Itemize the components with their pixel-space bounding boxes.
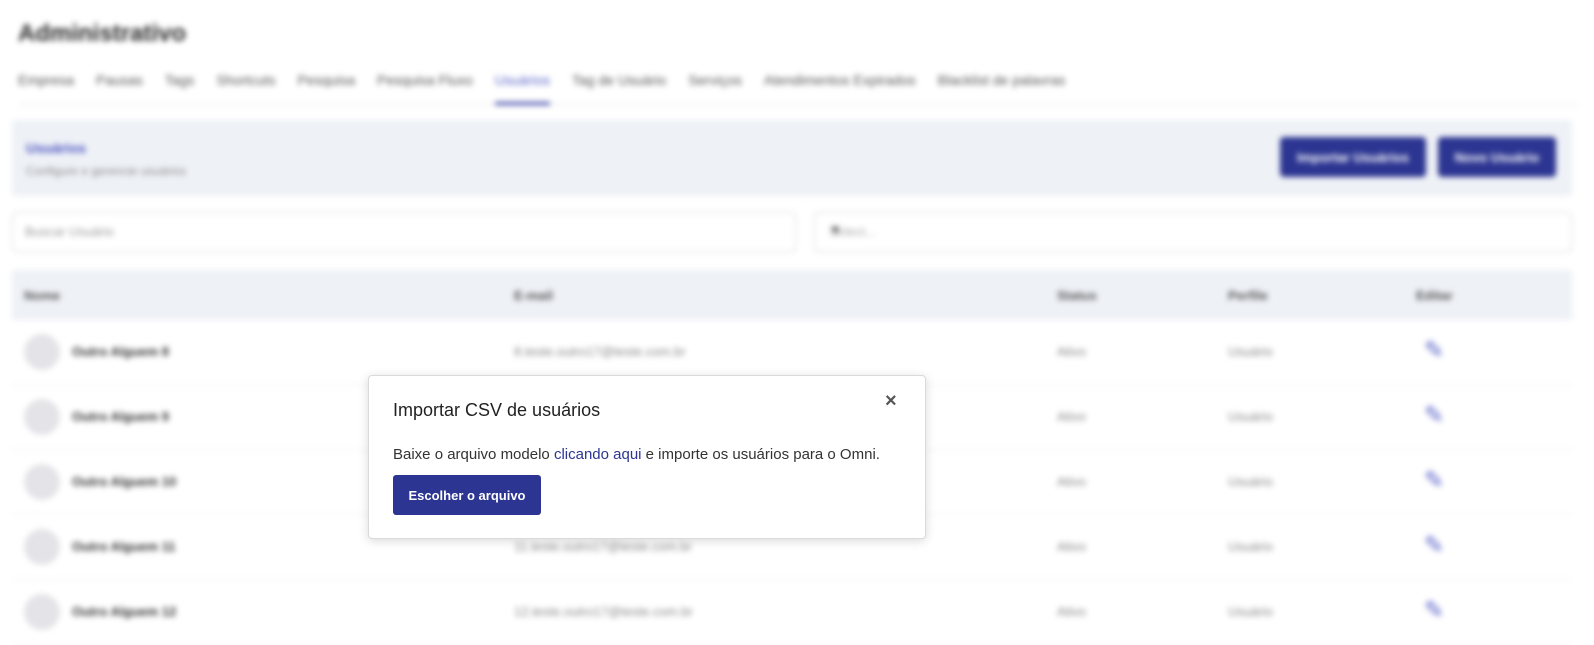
user-email: 12.teste.outro17@teste.com.br [514, 604, 693, 619]
column-header-name: Nome [24, 288, 61, 303]
column-header-perfil: Perfile [1228, 288, 1268, 303]
tab-bar: Empresa Pausas Tags Shortcuts Pesquisa P… [18, 70, 1578, 105]
user-status: Ativo [1057, 539, 1086, 554]
tab-blacklist[interactable]: Blacklist de palavras [938, 70, 1066, 102]
user-name: Outro Alguem 8 [72, 344, 170, 359]
user-profile: Usuário [1228, 539, 1273, 554]
user-profile: Usuário [1228, 344, 1273, 359]
tab-servicos[interactable]: Serviços [688, 70, 742, 102]
chevron-down-icon: ▼ [829, 222, 842, 237]
choose-file-button[interactable]: Escolher o arquivo [393, 475, 541, 515]
table-header: Nome E-mail Status Perfile Editar [12, 270, 1572, 320]
column-header-email: E-mail [514, 288, 554, 303]
user-name: Outro Alguem 10 [72, 474, 177, 489]
tab-empresa[interactable]: Empresa [18, 70, 74, 102]
close-icon[interactable]: × [885, 390, 897, 413]
search-input[interactable]: Buscar Usuário [12, 212, 796, 252]
pencil-icon[interactable]: ✎ [1424, 336, 1444, 365]
tab-shortcuts[interactable]: Shortcuts [216, 70, 275, 102]
table-row: Outro Alguem 12 12.teste.outro17@teste.c… [12, 580, 1572, 645]
search-placeholder: Buscar Usuário [25, 224, 114, 239]
tab-atendimentos-expirados[interactable]: Atendimentos Expirados [764, 70, 916, 102]
modal-title: Importar CSV de usuários [393, 400, 601, 420]
avatar [24, 529, 60, 565]
user-email: 8.teste.outro17@teste.com.br [514, 344, 686, 359]
modal-description: Baixe o arquivo modelo clicando aqui e i… [393, 446, 880, 463]
modal-text-after: e importe os usuários para o Omni. [641, 446, 880, 463]
user-status: Ativo [1057, 604, 1086, 619]
import-csv-modal: Importar CSV de usuários × Baixe o arqui… [368, 375, 926, 539]
user-name: Outro Alguem 9 [72, 409, 170, 424]
user-profile: Usuário [1228, 474, 1273, 489]
modal-text-before: Baixe o arquivo modelo [393, 446, 554, 463]
tab-tags[interactable]: Tags [165, 70, 195, 102]
tab-pesquisa-fluxo[interactable]: Pesquisa Fluxo [377, 70, 473, 102]
tab-tag-de-usuario[interactable]: Tag de Usuário [572, 70, 666, 102]
user-profile: Usuário [1228, 604, 1273, 619]
pencil-icon[interactable]: ✎ [1424, 531, 1444, 560]
avatar [24, 334, 60, 370]
section-subtitle: Configure e gerencie usuários [26, 164, 187, 178]
tab-usuarios[interactable]: Usuários [494, 70, 551, 105]
section-title: Usuários [26, 140, 86, 156]
import-users-button[interactable]: Importar Usuários [1280, 137, 1426, 177]
filter-select[interactable]: Select... ▼ [814, 212, 1572, 252]
download-template-link[interactable]: clicando aqui [554, 446, 642, 463]
avatar [24, 594, 60, 630]
page-title: Administrativo [18, 20, 187, 47]
user-status: Ativo [1057, 409, 1086, 424]
avatar [24, 399, 60, 435]
avatar [24, 464, 60, 500]
pencil-icon[interactable]: ✎ [1424, 596, 1444, 625]
user-status: Ativo [1057, 474, 1086, 489]
user-name: Outro Alguem 11 [72, 539, 176, 554]
column-header-status: Status [1057, 288, 1097, 303]
tab-pausas[interactable]: Pausas [96, 70, 143, 102]
pencil-icon[interactable]: ✎ [1424, 466, 1444, 495]
user-profile: Usuário [1228, 409, 1273, 424]
user-status: Ativo [1057, 344, 1086, 359]
user-email: 11.teste.outro17@teste.com.br [514, 539, 692, 554]
column-header-edit: Editar [1416, 288, 1453, 303]
user-name: Outro Alguem 12 [72, 604, 177, 619]
tab-pesquisa[interactable]: Pesquisa [297, 70, 355, 102]
new-user-button[interactable]: Novo Usuário [1438, 137, 1556, 177]
pencil-icon[interactable]: ✎ [1424, 401, 1444, 430]
